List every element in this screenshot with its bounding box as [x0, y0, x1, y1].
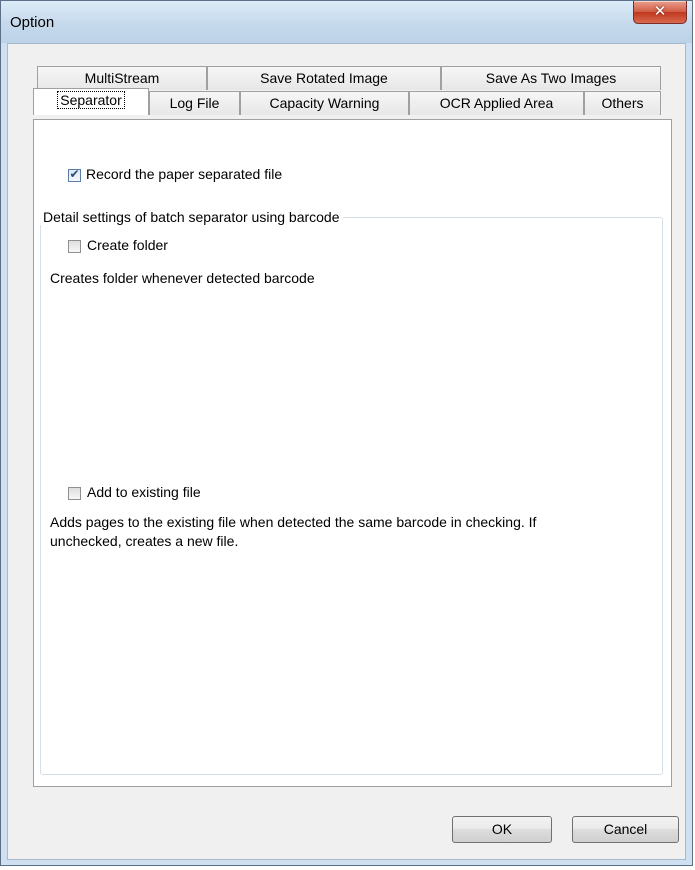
- tab-label: OCR Applied Area: [439, 95, 554, 111]
- tab-separator[interactable]: Separator: [33, 88, 149, 115]
- tab-label: MultiStream: [84, 70, 160, 86]
- create-folder-checkbox[interactable]: [68, 240, 81, 253]
- tab-label: Separator: [57, 91, 125, 109]
- option-dialog: Option ✕ MultiStream Save Rotated Image …: [0, 0, 693, 866]
- tab-label: Others: [601, 95, 644, 111]
- create-folder-description: Creates folder whenever detected barcode: [50, 270, 315, 286]
- tab-ocr-applied-area[interactable]: OCR Applied Area: [409, 91, 584, 115]
- record-paper-separated-label[interactable]: Record the paper separated file: [86, 166, 282, 182]
- add-to-existing-file-label[interactable]: Add to existing file: [87, 484, 201, 500]
- create-folder-label[interactable]: Create folder: [87, 237, 168, 253]
- record-paper-separated-checkbox[interactable]: ✔: [68, 167, 81, 182]
- close-button[interactable]: ✕: [633, 1, 687, 24]
- tab-label: Log File: [169, 95, 220, 111]
- group-title: Detail settings of batch separator using…: [40, 209, 343, 225]
- separator-tab-panel: ✔ Record the paper separated file Detail…: [33, 119, 672, 787]
- close-icon: ✕: [653, 2, 667, 20]
- title-bar[interactable]: Option ✕: [1, 1, 692, 43]
- cancel-button[interactable]: Cancel: [572, 816, 679, 843]
- tab-others[interactable]: Others: [584, 91, 661, 115]
- tab-label: Save Rotated Image: [260, 70, 388, 86]
- ok-button[interactable]: OK: [452, 816, 552, 843]
- tab-multistream[interactable]: MultiStream: [37, 66, 207, 90]
- tab-capacity-warning[interactable]: Capacity Warning: [240, 91, 409, 115]
- cancel-button-label: Cancel: [603, 821, 648, 837]
- add-to-existing-file-checkbox[interactable]: [68, 487, 81, 500]
- checkmark-icon: ✔: [69, 167, 80, 181]
- window-title: Option: [10, 14, 55, 31]
- tab-log-file[interactable]: Log File: [149, 91, 240, 115]
- tab-save-as-two-images[interactable]: Save As Two Images: [441, 66, 661, 90]
- tab-label: Capacity Warning: [269, 95, 380, 111]
- add-to-existing-file-description: Adds pages to the existing file when det…: [50, 514, 537, 549]
- tab-label: Save As Two Images: [485, 70, 617, 86]
- tab-save-rotated-image[interactable]: Save Rotated Image: [207, 66, 441, 90]
- ok-button-label: OK: [491, 821, 513, 837]
